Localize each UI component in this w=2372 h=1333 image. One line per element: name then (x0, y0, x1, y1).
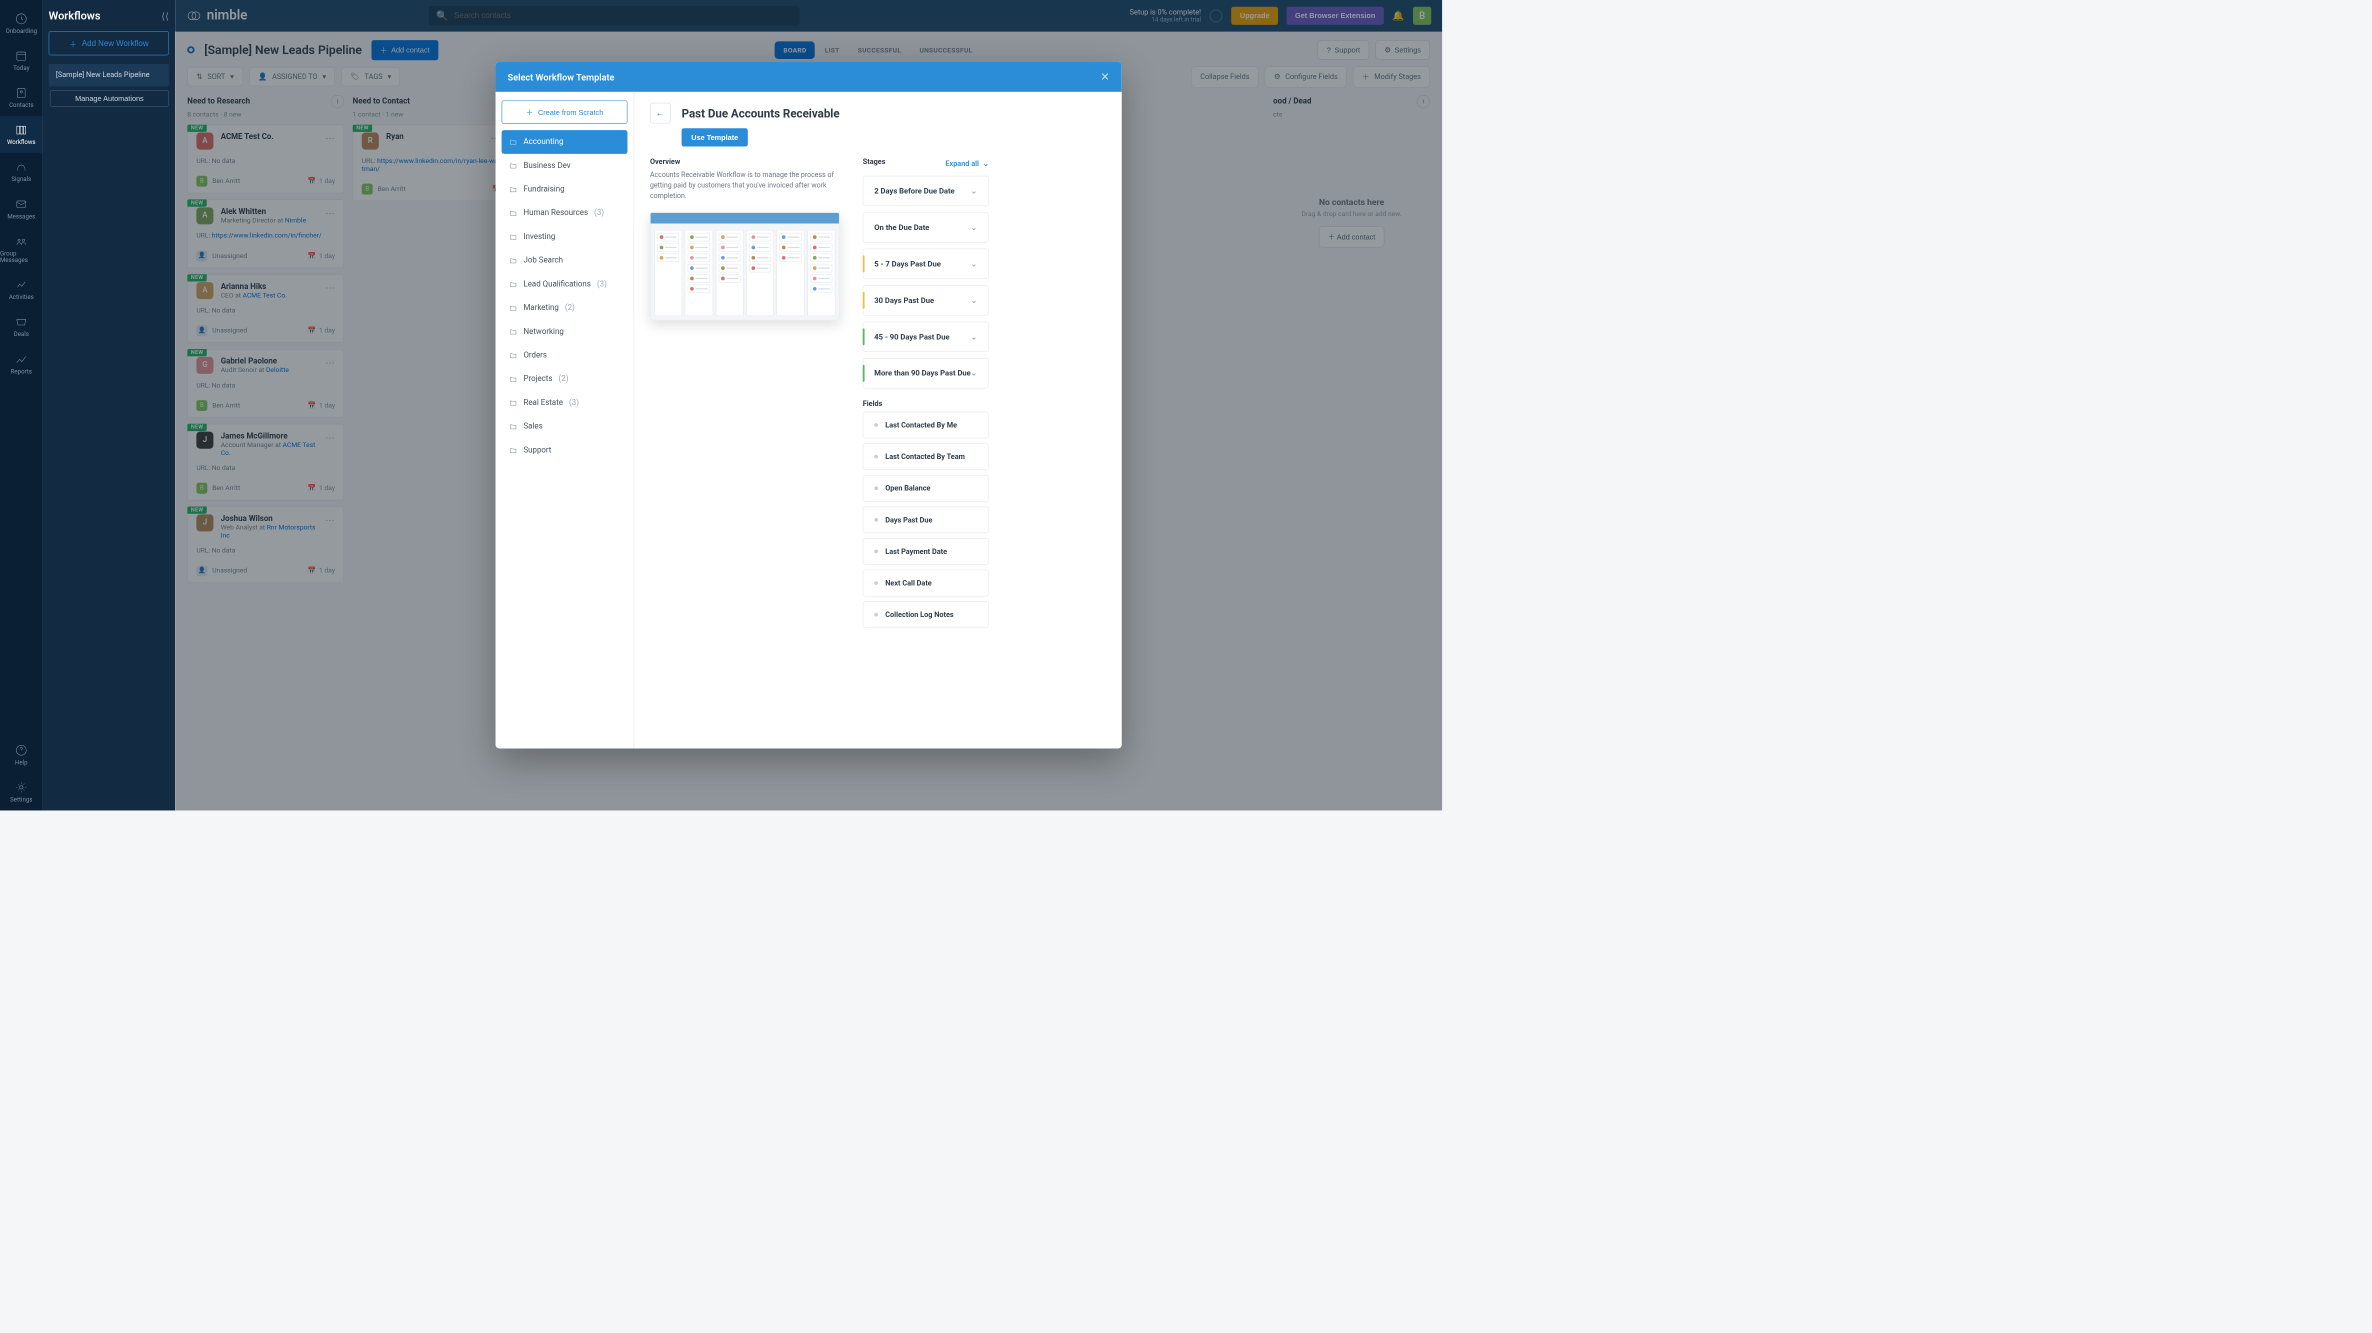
template-category[interactable]: Orders (502, 344, 628, 368)
chevron-down-icon: ⌄ (971, 259, 977, 269)
nav-workflows[interactable]: Workflows (0, 116, 43, 153)
folder-icon (509, 351, 518, 360)
chevron-down-icon: ⌄ (971, 295, 977, 305)
fields-label: Fields (863, 399, 989, 408)
folder-icon (509, 327, 518, 336)
stages-label: Stages (863, 157, 886, 166)
use-template-button[interactable]: Use Template (682, 128, 748, 146)
template-detail: ← Past Due Accounts Receivable Use Templ… (634, 92, 1122, 749)
nav-messages[interactable]: Messages (0, 190, 43, 227)
template-category[interactable]: Investing (502, 225, 628, 249)
field-row: Last Contacted By Me (863, 412, 989, 439)
nav-today[interactable]: Today (0, 42, 43, 79)
chevron-down-icon: ⌄ (971, 186, 977, 196)
template-category[interactable]: Human Resources(3) (502, 201, 628, 225)
template-category[interactable]: Support (502, 438, 628, 462)
folder-icon (509, 422, 518, 431)
overview-text: Accounts Receivable Workflow is to manag… (650, 170, 840, 201)
template-title: Past Due Accounts Receivable (682, 106, 840, 120)
plus-icon: ＋ (69, 37, 77, 49)
modal-overlay: Select Workflow Template ✕ ＋ Create from… (175, 0, 1442, 810)
folder-icon (509, 280, 518, 289)
stage-row[interactable]: 5 - 7 Days Past Due⌄ (863, 249, 989, 279)
template-category[interactable]: Business Dev (502, 154, 628, 178)
chevron-down-icon: ⌄ (971, 332, 977, 342)
template-category[interactable]: Marketing(2) (502, 296, 628, 320)
workflows-side-panel: Workflows ⟨⟨ ＋ Add New Workflow [Sample]… (43, 0, 176, 810)
bullet-icon (874, 613, 878, 617)
nav-signals[interactable]: Signals (0, 153, 43, 190)
field-row: Days Past Due (863, 506, 989, 533)
template-category[interactable]: Accounting (502, 130, 628, 154)
overview-label: Overview (650, 157, 840, 166)
chevron-down-icon: ⌄ (971, 223, 977, 233)
template-category[interactable]: Networking (502, 320, 628, 344)
stage-row[interactable]: 45 - 90 Days Past Due⌄ (863, 322, 989, 352)
stage-row[interactable]: 2 Days Before Due Date⌄ (863, 176, 989, 206)
folder-icon (509, 399, 518, 408)
field-row: Next Call Date (863, 570, 989, 597)
nav-settings[interactable]: Settings (0, 773, 43, 810)
bullet-icon (874, 581, 878, 585)
nav-activities[interactable]: Activities (0, 271, 43, 308)
bullet-icon (874, 486, 878, 490)
folder-icon (509, 185, 518, 194)
chevron-down-icon: ⌄ (971, 368, 977, 378)
nav-onboarding[interactable]: Onboarding (0, 5, 43, 42)
bullet-icon (874, 550, 878, 554)
arrow-left-icon: ← (655, 107, 665, 119)
nav-group-messages[interactable]: Group Messages (0, 227, 43, 271)
bullet-icon (874, 423, 878, 427)
field-row: Last Contacted By Team (863, 443, 989, 470)
nav-help[interactable]: Help (0, 736, 43, 773)
stage-row[interactable]: More than 90 Days Past Due⌄ (863, 358, 989, 388)
stage-row[interactable]: On the Due Date⌄ (863, 212, 989, 242)
manage-automations-button[interactable]: Manage Automations (50, 90, 169, 107)
folder-icon (509, 161, 518, 170)
field-row: Open Balance (863, 475, 989, 502)
bullet-icon (874, 518, 878, 522)
expand-all-button[interactable]: Expand all ⌄ (945, 159, 988, 168)
folder-icon (509, 375, 518, 384)
main-area: nimble 🔍 Setup is 0% complete! 14 days l… (175, 0, 1442, 810)
workflow-list-item[interactable]: [Sample] New Leads Pipeline (49, 64, 169, 86)
select-template-modal: Select Workflow Template ✕ ＋ Create from… (496, 62, 1122, 748)
template-category[interactable]: Lead Qualifications(3) (502, 272, 628, 296)
plus-icon: ＋ (526, 107, 533, 117)
folder-icon (509, 209, 518, 218)
nav-contacts[interactable]: Contacts (0, 79, 43, 116)
template-preview-image (650, 212, 840, 320)
back-button[interactable]: ← (650, 103, 671, 124)
field-row: Last Payment Date (863, 538, 989, 565)
folder-icon (509, 256, 518, 265)
template-categories-sidebar: ＋ Create from Scratch AccountingBusiness… (496, 92, 635, 749)
nav-rail: Onboarding Today Contacts Workflows Sign… (0, 0, 43, 810)
nav-deals[interactable]: Deals (0, 308, 43, 345)
nav-reports[interactable]: Reports (0, 345, 43, 382)
close-icon[interactable]: ✕ (1100, 71, 1109, 84)
folder-icon (509, 446, 518, 455)
template-category[interactable]: Job Search (502, 249, 628, 273)
stage-row[interactable]: 30 Days Past Due⌄ (863, 285, 989, 315)
template-category[interactable]: Real Estate(3) (502, 391, 628, 415)
create-from-scratch-button[interactable]: ＋ Create from Scratch (502, 100, 628, 124)
folder-icon (509, 138, 518, 147)
template-category[interactable]: Projects(2) (502, 367, 628, 391)
template-category[interactable]: Sales (502, 415, 628, 439)
modal-title: Select Workflow Template (508, 71, 615, 82)
folder-icon (509, 233, 518, 242)
chevron-down-icon: ⌄ (983, 159, 989, 168)
add-workflow-button[interactable]: ＋ Add New Workflow (49, 31, 169, 55)
side-panel-title: Workflows (49, 10, 101, 23)
collapse-side-panel-icon[interactable]: ⟨⟨ (161, 10, 169, 22)
folder-icon (509, 304, 518, 313)
bullet-icon (874, 455, 878, 459)
field-row: Collection Log Notes (863, 601, 989, 628)
template-category[interactable]: Fundraising (502, 178, 628, 202)
